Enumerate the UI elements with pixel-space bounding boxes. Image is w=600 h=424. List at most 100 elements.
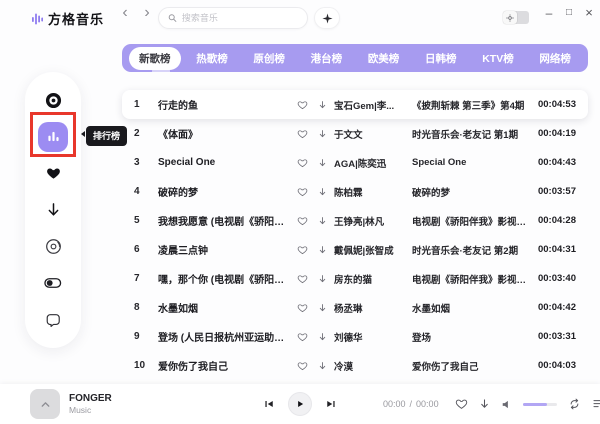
favorite-icon[interactable]: [294, 100, 310, 110]
song-index: 7: [134, 273, 154, 284]
favorite-icon[interactable]: [294, 187, 310, 197]
favorite-icon[interactable]: [294, 245, 310, 255]
now-playing-info: FONGER Music: [30, 389, 112, 419]
app-title: 方格音乐: [48, 9, 104, 28]
previous-icon: [263, 398, 275, 410]
favorite-icon[interactable]: [294, 216, 310, 226]
song-duration: 00:04:42: [534, 302, 576, 313]
favorite-icon[interactable]: [294, 129, 310, 139]
volume-slider[interactable]: [523, 403, 557, 406]
song-row[interactable]: 1 行走的鱼 宝石Gem|李... 《披荆斩棘 第三季》第4期 00:04:53: [122, 90, 588, 119]
play-button[interactable]: [288, 392, 312, 416]
theme-toggle-knob: [503, 11, 517, 24]
favorite-icon[interactable]: [294, 303, 310, 313]
tab-item[interactable]: 港台榜: [301, 47, 353, 70]
favorite-icon[interactable]: [294, 274, 310, 284]
tab-item[interactable]: 网络榜: [529, 47, 581, 70]
tab-item[interactable]: KTV榜: [472, 47, 524, 70]
song-row[interactable]: 10 爱你伤了我自己 冷漠 爱你伤了我自己 00:04:03: [122, 351, 588, 380]
download-icon[interactable]: [314, 187, 330, 197]
download-arrow-icon: [318, 274, 327, 284]
song-row[interactable]: 3 Special One AGA|陈奕迅 Special One 00:04:…: [122, 148, 588, 177]
song-title: 行走的鱼: [158, 97, 290, 112]
song-artist: 刘德华: [334, 330, 408, 344]
sidebar-item-discover[interactable]: [38, 85, 68, 115]
theme-toggle[interactable]: [503, 11, 529, 24]
tab-item[interactable]: 日韩榜: [415, 47, 467, 70]
search-icon: [168, 13, 177, 23]
heart-outline-icon: [297, 332, 308, 342]
player-subtitle: Music: [69, 405, 112, 415]
heart-outline-icon: [297, 245, 308, 255]
favorite-track-button[interactable]: [455, 398, 468, 410]
sidebar-item-favorites[interactable]: [38, 158, 68, 188]
window-maximize-button[interactable]: □: [560, 3, 578, 23]
download-icon[interactable]: [314, 216, 330, 226]
favorite-icon[interactable]: [294, 361, 310, 371]
song-title: 登场 (人民日报杭州亚运助威曲): [158, 329, 290, 344]
nav-forward-button[interactable]: ›: [138, 4, 156, 22]
bar-chart-icon: [47, 130, 60, 143]
download-icon[interactable]: [314, 245, 330, 255]
song-artist: 于文文: [334, 127, 408, 141]
player-right-controls: [455, 392, 600, 416]
time-separator: /: [410, 399, 413, 409]
toggle-switch-icon: [44, 276, 62, 290]
song-row[interactable]: 4 破碎的梦 陈柏霖 破碎的梦 00:03:57: [122, 177, 588, 206]
download-icon[interactable]: [314, 100, 330, 110]
song-index: 4: [134, 186, 154, 197]
album-thumbnail[interactable]: [30, 389, 60, 419]
tab-item[interactable]: 新歌榜: [129, 47, 181, 70]
sidebar-item-mode-toggle[interactable]: [38, 268, 68, 298]
song-album: 水墨如烟: [412, 301, 530, 315]
window-close-button[interactable]: ×: [580, 3, 598, 23]
download-icon[interactable]: [314, 361, 330, 371]
next-track-button[interactable]: [325, 398, 337, 410]
download-icon[interactable]: [314, 303, 330, 313]
player-name: FONGER: [69, 393, 112, 404]
window-minimize-button[interactable]: –: [540, 3, 558, 23]
tab-item[interactable]: 欧美榜: [358, 47, 410, 70]
song-duration: 00:03:57: [534, 186, 576, 197]
download-icon[interactable]: [314, 129, 330, 139]
song-title: 破碎的梦: [158, 184, 290, 199]
favorite-icon[interactable]: [294, 332, 310, 342]
playlist-button[interactable]: [592, 398, 600, 410]
tab-item[interactable]: 热歌榜: [186, 47, 238, 70]
song-row[interactable]: 8 水墨如烟 杨丞琳 水墨如烟 00:04:42: [122, 293, 588, 322]
volume-button[interactable]: [501, 399, 512, 410]
song-recognition-button[interactable]: [314, 7, 340, 29]
song-row[interactable]: 9 登场 (人民日报杭州亚运助威曲) 刘德华 登场 00:03:31: [122, 322, 588, 351]
sidebar-item-ranking[interactable]: [38, 122, 68, 152]
song-album: 电视剧《骄阳伴我》影视原声大碟: [412, 272, 530, 286]
heart-outline-icon: [297, 100, 308, 110]
sidebar-item-downloads[interactable]: [38, 195, 68, 225]
download-track-button[interactable]: [479, 398, 490, 410]
repeat-button[interactable]: [568, 398, 581, 410]
favorite-icon[interactable]: [294, 158, 310, 168]
song-artist: 王铮亮|林凡: [334, 214, 408, 228]
download-icon[interactable]: [314, 332, 330, 342]
heart-outline-icon: [297, 361, 308, 371]
search-input[interactable]: [182, 13, 298, 23]
song-row[interactable]: 6 凌晨三点钟 戴佩妮|张智成 时光音乐会·老友记 第2期 00:04:31: [122, 235, 588, 264]
next-icon: [325, 398, 337, 410]
song-title: 我想我愿意 (电视剧《骄阳伴我》...: [158, 213, 290, 228]
download-icon[interactable]: [314, 274, 330, 284]
active-tab-indicator: [152, 68, 170, 72]
play-icon: [295, 399, 305, 409]
nav-back-button[interactable]: ‹: [116, 4, 134, 22]
sidebar-item-recent[interactable]: [38, 232, 68, 262]
sidebar-item-feedback[interactable]: [38, 305, 68, 335]
tab-item[interactable]: 原创榜: [243, 47, 295, 70]
song-row[interactable]: 2 《体面》 于文文 时光音乐会·老友记 第1期 00:04:19: [122, 119, 588, 148]
song-row[interactable]: 7 嘿，那个你 (电视剧《骄阳伴我》... 房东的猫 电视剧《骄阳伴我》影视原声…: [122, 264, 588, 293]
total-time: 00:00: [416, 399, 439, 409]
previous-track-button[interactable]: [263, 398, 275, 410]
download-icon[interactable]: [314, 158, 330, 168]
song-index: 10: [134, 360, 154, 371]
song-row[interactable]: 5 我想我愿意 (电视剧《骄阳伴我》... 王铮亮|林凡 电视剧《骄阳伴我》影视…: [122, 206, 588, 235]
song-duration: 00:03:31: [534, 331, 576, 342]
song-album: 时光音乐会·老友记 第1期: [412, 127, 530, 141]
search-box[interactable]: [158, 7, 308, 29]
